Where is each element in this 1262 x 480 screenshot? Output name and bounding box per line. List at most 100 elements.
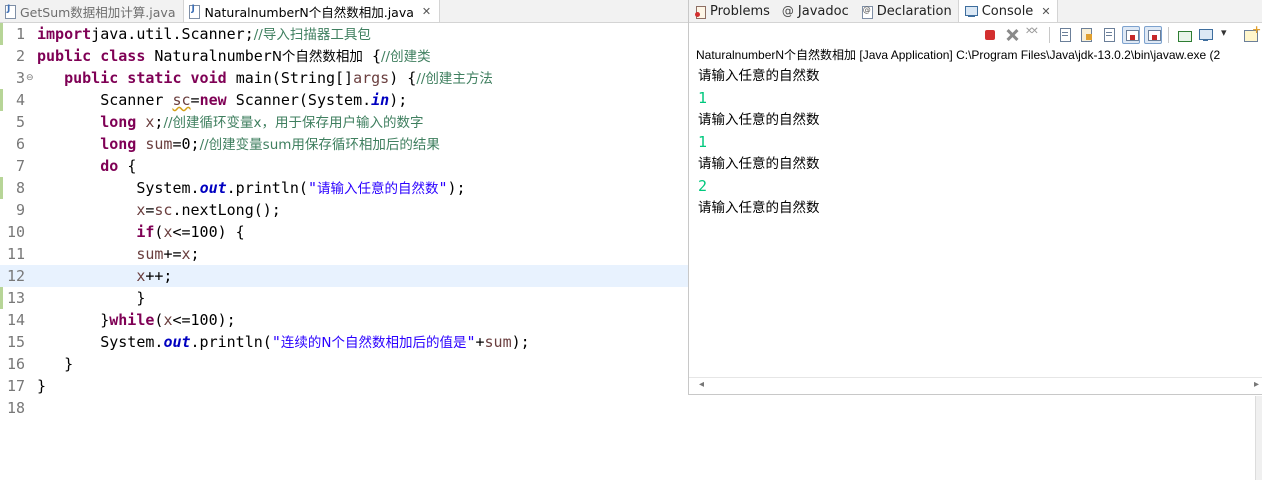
code-line[interactable]: 10 if(x<=100) {	[0, 221, 688, 243]
pin-console-icon[interactable]	[1175, 26, 1193, 44]
code-line[interactable]: 11 sum+=x;	[0, 243, 688, 265]
launch-description: NaturalnumberN个自然数相加 [Java Application] …	[696, 48, 1221, 62]
chevron-down-icon[interactable]	[1219, 26, 1237, 44]
code-line[interactable]: 15 System.out.println("连续的N个自然数相加后的值是"+s…	[0, 331, 688, 353]
code-token: 请输入任意的自然数	[316, 181, 439, 197]
code-text: do {	[37, 155, 136, 177]
code-token: sum	[484, 333, 512, 351]
editor-tab-bar: GetSum数据相加计算.java NaturalnumberN个自然数相加.j…	[0, 0, 688, 23]
console-toolbar	[981, 23, 1261, 45]
line-number: 9	[15, 201, 25, 219]
code-token: if	[136, 223, 155, 241]
line-number: 15	[6, 333, 25, 351]
code-token: in	[371, 91, 390, 109]
code-token: +	[475, 333, 485, 351]
clear-console-icon[interactable]	[1056, 26, 1074, 44]
line-number: 3	[15, 69, 25, 87]
code-text: x++;	[37, 265, 172, 287]
display-console-icon[interactable]	[1197, 26, 1215, 44]
code-token: do	[100, 157, 128, 175]
code-text: }while(x<=100);	[37, 309, 235, 331]
code-text: if(x<=100) {	[37, 221, 244, 243]
show-on-stdout-icon[interactable]	[1122, 26, 1140, 44]
code-token: N个自然数相加	[271, 49, 363, 65]
tab-problems-label: Problems	[710, 3, 770, 19]
tab-getsum[interactable]: GetSum数据相加计算.java	[0, 0, 183, 22]
code-line[interactable]: 7 do {	[0, 155, 688, 177]
remove-launch-icon[interactable]	[1003, 26, 1021, 44]
code-text: System.out.println("连续的N个自然数相加后的值是"+sum)…	[37, 331, 529, 354]
code-line[interactable]: 14 }while(x<=100);	[0, 309, 688, 331]
code-line[interactable]: 1 importjava.util.Scanner;//导入扫描器工具包	[0, 23, 688, 45]
tab-console[interactable]: Console ✕	[957, 0, 1058, 22]
code-token: //创建变量sum用保存循环相加后的结果	[199, 137, 440, 153]
horizontal-scrollbar[interactable]: ◂ ▸	[689, 377, 1262, 394]
line-number: 8	[15, 179, 25, 197]
code-line[interactable]: 3 ⊖ public static void main(String[]args)…	[0, 67, 688, 89]
close-icon[interactable]: ✕	[422, 5, 431, 18]
line-number: 17	[6, 377, 25, 395]
tab-javadoc[interactable]: @ Javadoc	[776, 0, 855, 22]
code-token: long	[100, 135, 146, 153]
code-token: sum	[145, 135, 173, 153]
line-number: 5	[15, 113, 25, 131]
line-number: 12	[6, 267, 25, 285]
code-token: =	[190, 91, 200, 109]
remove-all-terminated-icon[interactable]	[1025, 26, 1043, 44]
code-token: }	[37, 311, 110, 329]
code-token: 连续的N个自然数相加后的值是	[280, 335, 467, 351]
console-output[interactable]: 请输入任意的自然数 1 请输入任意的自然数 1 请输入任意的自然数 2 请输入任意的自然数	[698, 65, 1258, 219]
console-user-input: 2	[698, 177, 708, 195]
code-line[interactable]: 8 System.out.println("请输入任意的自然数");	[0, 177, 688, 199]
code-text: public class NaturalnumberN个自然数相加 {//创建类	[37, 45, 431, 68]
show-on-stderr-icon[interactable]	[1144, 26, 1162, 44]
problems-icon	[695, 5, 706, 19]
vertical-scrollbar[interactable]	[1255, 396, 1262, 480]
code-text: }	[37, 375, 46, 397]
tab-declaration-label: Declaration	[876, 3, 952, 19]
scroll-right-icon[interactable]: ▸	[1254, 379, 1259, 390]
code-line[interactable]: 9 x=sc.nextLong();	[0, 199, 688, 221]
code-line[interactable]: 17}	[0, 375, 688, 397]
line-number: 13	[6, 289, 25, 307]
code-area[interactable]: 1 importjava.util.Scanner;//导入扫描器工具包 2 publ…	[0, 23, 688, 480]
code-line[interactable]: 13 }	[0, 287, 688, 309]
code-line[interactable]: 18	[0, 397, 688, 419]
code-text: public static void main(String[]args) {/…	[37, 67, 493, 90]
line-number: 7	[15, 157, 25, 175]
code-token: sum	[136, 245, 164, 263]
word-wrap-icon[interactable]	[1100, 26, 1118, 44]
open-console-icon[interactable]	[1241, 23, 1261, 44]
code-line[interactable]: 5 long x;//创建循环变量x，用于保存用户输入的数字	[0, 111, 688, 133]
code-token: while	[109, 311, 155, 329]
code-line[interactable]: 16 }	[0, 353, 688, 375]
code-token: System.	[37, 179, 200, 197]
code-token: );	[447, 179, 466, 197]
close-icon[interactable]: ✕	[1041, 5, 1050, 18]
code-text: x=sc.nextLong();	[37, 199, 281, 221]
fold-toggle-icon[interactable]: ⊖	[26, 67, 34, 89]
code-editor[interactable]: GetSum数据相加计算.java NaturalnumberN个自然数相加.j…	[0, 0, 688, 480]
code-token: "	[438, 179, 448, 197]
terminate-icon[interactable]	[981, 26, 999, 44]
console-prompt-line: 请输入任意的自然数	[698, 112, 820, 128]
code-line[interactable]: 4 Scanner sc=new Scanner(System.in);	[0, 89, 688, 111]
code-token: Scanner	[37, 91, 173, 109]
code-token: main(String[]	[235, 69, 354, 87]
scroll-lock-icon[interactable]	[1078, 26, 1096, 44]
code-token: //导入扫描器工具包	[253, 27, 371, 43]
code-token: .println(	[226, 179, 308, 197]
line-number: 14	[6, 311, 25, 329]
code-token: {	[362, 47, 381, 65]
code-line[interactable]: 12 x++;	[0, 265, 688, 287]
tab-declaration[interactable]: Declaration	[855, 0, 958, 22]
code-line[interactable]: 6 long sum=0;//创建变量sum用保存循环相加后的结果	[0, 133, 688, 155]
tab-naturalnumber[interactable]: NaturalnumberN个自然数相加.java ✕	[183, 0, 441, 22]
scroll-left-icon[interactable]: ◂	[699, 379, 704, 390]
code-line[interactable]: 2 public class NaturalnumberN个自然数相加 {//创建…	[0, 45, 688, 67]
tab-problems[interactable]: Problems	[689, 0, 776, 22]
code-token: +=	[163, 245, 182, 263]
